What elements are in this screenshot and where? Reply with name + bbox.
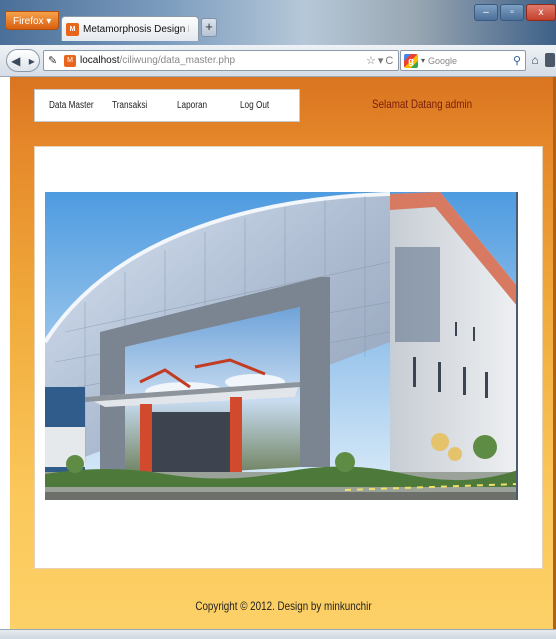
page-body: Data Master Transaksi Laporan Log Out Se… — [10, 77, 556, 629]
reload-icon[interactable]: C — [385, 55, 393, 67]
back-forward-buttons[interactable]: ◀ ▸ — [6, 49, 40, 72]
window-titlebar: Firefox ▾ M Metamorphosis Design Free Cs… — [0, 0, 556, 45]
search-engine-chevron-icon[interactable]: ▾ — [421, 56, 425, 65]
url-path: /ciliwung/data_master.php — [119, 55, 236, 66]
site-identity-icon[interactable]: ✎ — [48, 54, 60, 68]
back-icon[interactable]: ◀ — [11, 54, 20, 68]
minimize-button[interactable]: – — [474, 4, 498, 21]
maximize-button[interactable]: ▫ — [500, 4, 524, 21]
browser-tab[interactable]: M Metamorphosis Design Free Css Templa..… — [61, 16, 199, 41]
google-icon[interactable]: g — [404, 53, 418, 68]
status-bar — [0, 629, 556, 639]
dropdown-chevron-icon[interactable]: ▾ — [378, 54, 384, 67]
content-box — [34, 146, 543, 569]
firefox-menu-label: Firefox — [13, 16, 44, 27]
menu-item-data-master[interactable]: Data Master — [49, 100, 94, 111]
url-favicon-icon: M — [64, 54, 76, 67]
home-icon[interactable]: ⌂ — [528, 52, 542, 68]
search-icon[interactable]: ⚲ — [513, 54, 521, 67]
navigation-toolbar: ◀ ▸ ✎ M localhost/ciliwung/data_master.p… — [0, 45, 556, 77]
menu-item-log-out[interactable]: Log Out — [240, 100, 269, 111]
new-tab-button[interactable]: + — [201, 18, 217, 37]
menu-item-laporan[interactable]: Laporan — [177, 100, 207, 111]
downloads-icon[interactable] — [545, 53, 555, 67]
close-button[interactable]: x — [526, 4, 556, 21]
building-photo — [45, 192, 518, 500]
footer-copyright: Copyright © 2012. Design by minkunchir — [10, 599, 556, 613]
firefox-menu-button[interactable]: Firefox ▾ — [5, 11, 59, 30]
url-actions: ☆ ▾ C — [366, 50, 393, 71]
url-host: localhost — [80, 55, 120, 66]
url-bar[interactable]: ✎ M localhost/ciliwung/data_master.php — [43, 50, 399, 71]
welcome-message: Selamat Datang admin — [372, 97, 473, 111]
menu-item-transaksi[interactable]: Transaksi — [112, 100, 147, 111]
bookmark-star-icon[interactable]: ☆ — [366, 54, 376, 67]
url-text[interactable]: localhost/ciliwung/data_master.php — [80, 55, 235, 66]
search-placeholder: Google — [428, 55, 458, 66]
footer-copyright-text: Copyright © 2012. Design by minkunchir — [194, 599, 372, 613]
search-bar[interactable]: g ▾ Google ⚲ — [400, 50, 526, 71]
window-controls: – ▫ x — [474, 4, 556, 21]
main-menu: Data Master Transaksi Laporan Log Out — [34, 89, 300, 122]
forward-icon[interactable]: ▸ — [29, 54, 35, 68]
tab-title: Metamorphosis Design Free Css Templa... — [83, 23, 189, 35]
site-favicon-icon: M — [66, 22, 79, 36]
